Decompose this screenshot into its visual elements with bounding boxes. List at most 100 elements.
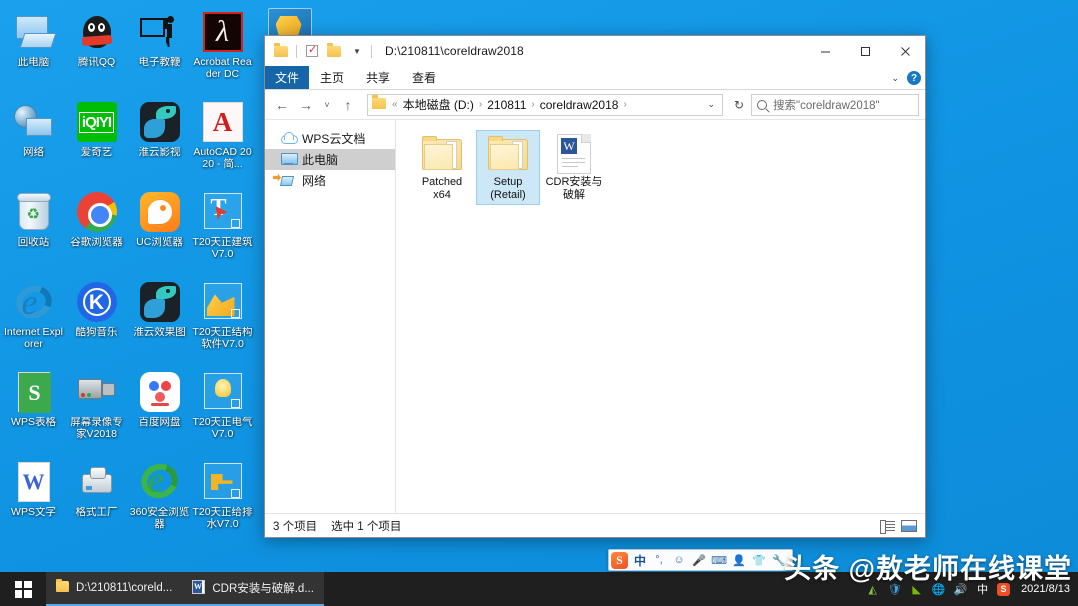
file-list-view[interactable]: Patched x64 Setup (Retail) W CDR安装与破解 (396, 120, 925, 513)
sidebar-item-wps-cloud[interactable]: WPS云文档 (265, 128, 395, 149)
help-icon[interactable]: ? (907, 71, 921, 85)
desktop-icon-label: UC浏览器 (129, 237, 191, 249)
desktop-icon-uc-browser[interactable]: UC浏览器 (128, 184, 191, 274)
desktop-icon-wps-spreadsheet[interactable]: SWPS表格 (2, 364, 65, 454)
file-item-cdr-install-doc[interactable]: W CDR安装与破解 (542, 130, 606, 205)
ylys-video-icon (138, 100, 182, 144)
window-title: D:\210811\coreldraw2018 (385, 44, 524, 58)
desktop-icon-this-pc[interactable]: 此电脑 (2, 4, 65, 94)
desktop-icon-tangent-elec[interactable]: T20天正电气V7.0 (191, 364, 254, 454)
desktop-icon-label: AutoCAD 2020 - 简... (192, 147, 254, 170)
desktop-icon-label: 谷歌浏览器 (66, 237, 128, 249)
taskbar-item-explorer[interactable]: D:\210811\coreld... (46, 572, 182, 606)
desktop-icon-label: 此电脑 (3, 57, 65, 69)
desktop-icon-kugou-music[interactable]: K酷狗音乐 (65, 274, 128, 364)
file-item-label: Setup (Retail) (478, 176, 538, 201)
desktop-icon-label: 360安全浏览器 (129, 507, 191, 530)
back-button[interactable]: ← (271, 94, 293, 116)
desktop-icon-internet-explorer[interactable]: eInternet Explorer (2, 274, 65, 364)
desktop-icon-network[interactable]: 网络 (2, 94, 65, 184)
desktop-icon-label: 屏幕录像专家V2018 (66, 417, 128, 440)
customize-caret-icon[interactable]: ▼ (346, 41, 366, 61)
desktop-icon-ylys-video[interactable]: 淮云影视 (128, 94, 191, 184)
window-titlebar[interactable]: ▼ D:\210811\coreldraw2018 (265, 36, 925, 66)
details-view-icon[interactable] (880, 520, 895, 532)
new-folder-icon[interactable] (324, 41, 344, 61)
tab-home[interactable]: 主页 (309, 66, 355, 89)
tangent-arch-icon: T (201, 190, 245, 234)
sogou-ime-bar[interactable]: S 中 °, ☺ 🎤 ⌨ 👤 👕 🔧 (608, 549, 793, 571)
sidebar-item-network[interactable]: 网络 (265, 170, 395, 191)
chevron-down-icon[interactable]: ⌄ (891, 73, 899, 84)
file-item-setup-retail[interactable]: Setup (Retail) (476, 130, 540, 205)
desktop-icon-screen-recorder[interactable]: 屏幕录像专家V2018 (65, 364, 128, 454)
start-button[interactable] (0, 572, 46, 606)
search-box[interactable]: 搜索"coreldraw2018" (751, 94, 919, 116)
autocad-icon: A (201, 100, 245, 144)
desktop-icon-wps-writer[interactable]: WWPS文字 (2, 454, 65, 544)
desktop-icon-tangent-arch[interactable]: TT20天正建筑V7.0 (191, 184, 254, 274)
desktop-icon-tangent-struct[interactable]: T20天正结构软件V7.0 (191, 274, 254, 364)
breadcrumb-item-drive[interactable]: 本地磁盘 (D:) (400, 96, 477, 113)
tangent-struct-icon (201, 280, 245, 324)
folder-icon (56, 581, 69, 595)
address-dropdown-icon[interactable]: ⌄ (707, 99, 718, 110)
tab-share[interactable]: 共享 (355, 66, 401, 89)
voice-input-icon[interactable]: 🎤 (692, 554, 706, 567)
desktop-icon-label: 腾讯QQ (66, 57, 128, 69)
word-document-icon: W (552, 134, 596, 174)
desktop-icon-recycle-bin[interactable]: ♻回收站 (2, 184, 65, 274)
breadcrumb-item-coreldraw2018[interactable]: coreldraw2018 (537, 98, 622, 112)
taskbar-item-word-doc[interactable]: W CDR安装与破解.d... (182, 572, 324, 606)
file-explorer-window: ▼ D:\210811\coreldraw2018 文件 主页 共享 查看 (264, 35, 926, 538)
quick-access-toolbar: ▼ (265, 41, 375, 61)
breadcrumb-separator-1: › (477, 99, 484, 110)
soft-keyboard-icon[interactable]: ⌨ (712, 554, 726, 567)
desktop-icon-label: 百度网盘 (129, 417, 191, 429)
format-factory-icon (75, 460, 119, 504)
folder-icon[interactable] (271, 41, 291, 61)
desktop-icon-e-pointer[interactable]: 电子教鞭 (128, 4, 191, 94)
punctuation-icon[interactable]: °, (652, 554, 666, 566)
close-button[interactable] (885, 36, 925, 66)
address-bar[interactable]: « 本地磁盘 (D:) › 210811 › coreldraw2018 › ⌄ (367, 94, 723, 116)
tab-file[interactable]: 文件 (265, 66, 309, 89)
user-icon[interactable]: 👤 (732, 554, 746, 567)
file-item-patched-x64[interactable]: Patched x64 (410, 130, 474, 205)
desktop-icon-label: 淮云影视 (129, 147, 191, 159)
recent-locations-icon[interactable]: ˅ (319, 94, 335, 116)
minimize-button[interactable] (805, 36, 845, 66)
window-controls (805, 36, 925, 66)
navigation-bar: ← → ˅ ↑ « 本地磁盘 (D:) › 210811 › coreldraw… (265, 90, 925, 120)
refresh-button[interactable]: ↻ (729, 94, 749, 116)
desktop-icon-tencent-qq[interactable]: 腾讯QQ (65, 4, 128, 94)
desktop-icon-iqiyi[interactable]: iQIYI爱奇艺 (65, 94, 128, 184)
desktop-icon-label: 淮云效果图 (129, 327, 191, 339)
desktop-icon-format-factory[interactable]: 格式工厂 (65, 454, 128, 544)
sogou-logo-icon[interactable]: S (611, 552, 628, 569)
sidebar-item-this-pc[interactable]: 此电脑 (265, 149, 395, 170)
emoji-icon[interactable]: ☺ (672, 554, 686, 566)
large-icons-view-icon[interactable] (901, 520, 917, 532)
skin-icon[interactable]: 👕 (752, 554, 766, 567)
desktop-icon-acrobat-reader[interactable]: λAcrobat Reader DC (191, 4, 254, 94)
forward-button[interactable]: → (295, 94, 317, 116)
desktop-icon-chrome[interactable]: 谷歌浏览器 (65, 184, 128, 274)
breadcrumb-overflow[interactable]: « (390, 99, 400, 110)
breadcrumb-item-210811[interactable]: 210811 (484, 98, 529, 112)
tab-view[interactable]: 查看 (401, 66, 447, 89)
desktop-icon-ylys-render[interactable]: 淮云效果图 (128, 274, 191, 364)
desktop-icon-baidu-netdisk[interactable]: 百度网盘 (128, 364, 191, 454)
recycle-bin-icon: ♻ (12, 190, 56, 234)
up-button[interactable]: ↑ (337, 94, 359, 116)
folder-icon (420, 134, 464, 174)
desktop-icon-360-browser[interactable]: e360安全浏览器 (128, 454, 191, 544)
status-bar: 3 个项目 选中 1 个项目 (265, 513, 925, 537)
navigation-pane: WPS云文档 此电脑 网络 (265, 120, 396, 513)
ime-mode-toggle[interactable]: 中 (634, 552, 646, 569)
desktop-icon-tangent-plumb[interactable]: T20天正给排水V7.0 (191, 454, 254, 544)
wps-writer-icon: W (12, 460, 56, 504)
properties-icon[interactable] (302, 41, 322, 61)
maximize-button[interactable] (845, 36, 885, 66)
desktop-icon-autocad[interactable]: A AutoCAD 2020 - 简... (191, 94, 254, 184)
